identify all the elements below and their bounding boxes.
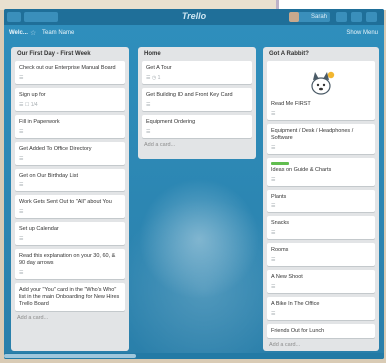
list-card[interactable]: Equipment / Desk / Headphones / Software…	[267, 123, 375, 154]
list-card[interactable]: Add your "You" card in the "Who's Who" l…	[15, 282, 125, 311]
scrollbar-thumb[interactable]	[4, 354, 136, 358]
avatar[interactable]	[289, 12, 299, 22]
list-card[interactable]: Get Added To Office Directory ☰	[15, 141, 125, 165]
list-title[interactable]: Our First Day - First Week	[17, 51, 123, 57]
board-header: Welc... ☆ Team Name Show Menu	[4, 26, 384, 42]
team-name[interactable]: Team Name	[42, 30, 74, 36]
info-button[interactable]	[351, 12, 362, 22]
list-card[interactable]: Friends Out for Lunch	[267, 323, 375, 338]
list-card[interactable]: Read Me FIRST ☰	[267, 61, 375, 120]
list-card[interactable]: Get Building ID and Front Key Card ☰	[142, 87, 252, 111]
list-card[interactable]: Read this explanation on your 30, 60, & …	[15, 249, 125, 279]
list-card[interactable]: Get A Tour ☰ ◷ 1	[142, 61, 252, 84]
list-card[interactable]: Rooms ☰	[267, 243, 375, 267]
list-card[interactable]: A New Shoot ☰	[267, 270, 375, 293]
add-card-link[interactable]: Add a card...	[144, 142, 250, 148]
list-card[interactable]: Equipment Ordering ☰	[142, 114, 252, 138]
show-menu-link[interactable]: Show Menu	[346, 30, 378, 36]
list-title[interactable]: Home	[144, 51, 250, 57]
list-card[interactable]: Snacks ☰	[267, 216, 375, 240]
list-card[interactable]: Fill in Paperwork ☰	[15, 114, 125, 138]
notifications-button[interactable]	[366, 12, 377, 22]
header-bar: Trello Sarah	[4, 9, 384, 25]
green-label	[271, 161, 289, 165]
list-home: Home Get A Tour ☰ ◷ 1 Get Building ID and…	[138, 47, 256, 159]
list-card[interactable]: Set up Calendar ☰	[15, 222, 125, 246]
list-title[interactable]: Got A Rabbit?	[269, 51, 373, 57]
list-card[interactable]: Sign up for ☰ ☐ 1/4	[15, 87, 125, 111]
list-card[interactable]: Ideas on Guide & Charts ☰	[267, 157, 375, 186]
board-title[interactable]: Welc...	[9, 30, 28, 36]
add-button[interactable]	[336, 12, 347, 22]
list-card[interactable]: Plants ☰	[267, 189, 375, 213]
list-first-day: Our First Day - First Week Check out our…	[11, 47, 129, 351]
star-icon[interactable]: ☆	[30, 29, 36, 37]
add-card-link[interactable]: Add a card...	[17, 315, 123, 321]
list-got-a-rabbit: Got A Rabbit? Read Me FIRST ☰ Equipment /…	[263, 47, 379, 351]
taco-mascot-image	[271, 65, 371, 101]
list-card[interactable]: Get on Our Birthday List ☰	[15, 168, 125, 192]
list-card[interactable]: Work Gets Sent Out to "All" about You ☰	[15, 195, 125, 219]
list-card[interactable]: A Bike In The Office ☰	[267, 297, 375, 320]
list-card[interactable]: Check out our Enterprise Manual Board ☰	[15, 61, 125, 84]
add-card-link[interactable]: Add a card...	[269, 342, 373, 348]
horizontal-scrollbar[interactable]	[4, 353, 384, 359]
trello-window: Trello Sarah Welc... ☆ Team Name Show Me…	[4, 9, 384, 359]
